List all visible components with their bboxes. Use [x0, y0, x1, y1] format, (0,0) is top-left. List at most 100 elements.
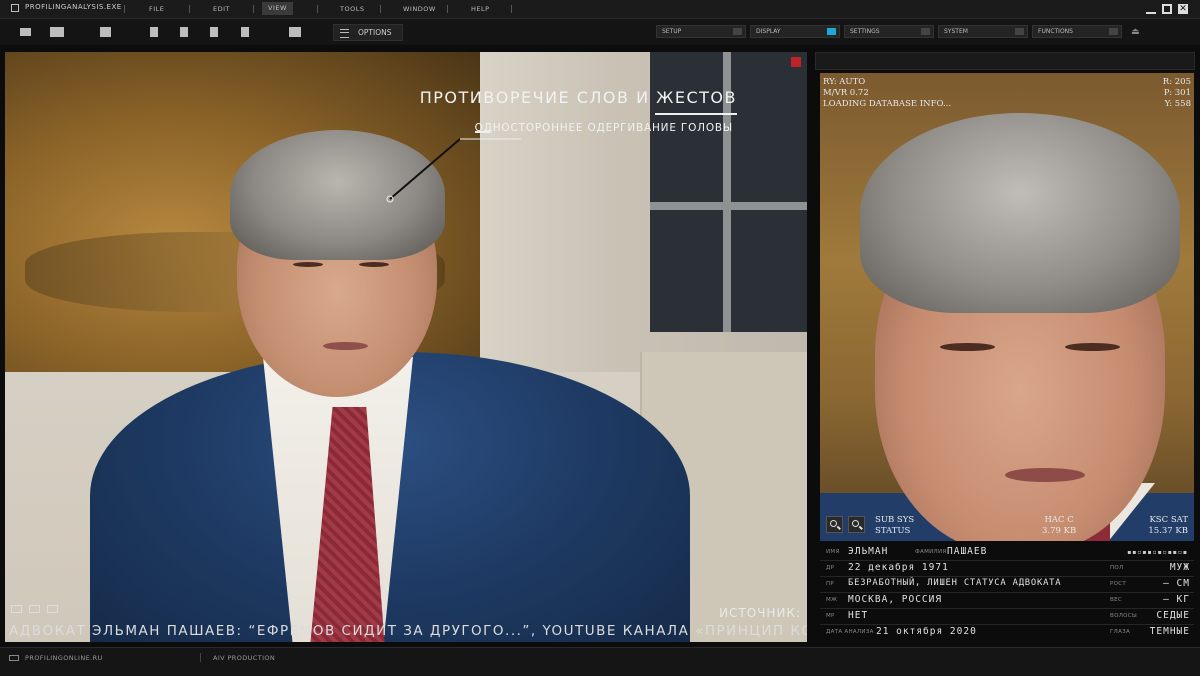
readout-line: M/VR 0.72 — [823, 88, 869, 98]
subject-eyes — [293, 262, 389, 270]
readout-line: R: 205 — [1162, 77, 1191, 87]
name-value: ЭЛЬМАН — [848, 546, 889, 557]
menu-separator — [124, 5, 125, 13]
maximize-icon[interactable] — [1162, 4, 1172, 14]
system-toggle[interactable]: SYSTEM — [938, 25, 1028, 38]
display-label: DISPLAY — [756, 28, 781, 35]
settings-toggle[interactable]: SETTINGS — [844, 25, 934, 38]
eyes-label: ГЛАЗА — [1110, 629, 1131, 635]
annotation-title: ПРОТИВОРЕЧИЕ СЛОВ И ЖЕСТОВ — [419, 88, 737, 107]
toggle-switch — [1015, 28, 1024, 35]
analysis-date-value: 21 октября 2020 — [876, 626, 977, 637]
eyes-value: ТЕМНЫЕ — [1149, 626, 1190, 637]
status-bar: PROFILINGONLINE.RU AIV PRODUCTION — [0, 647, 1200, 676]
subject-mouth — [323, 342, 368, 350]
weight-value: – КГ — [1163, 594, 1190, 605]
save-icon[interactable] — [100, 27, 111, 37]
gender-value: МУЖ — [1169, 562, 1190, 573]
status-separator — [200, 653, 201, 662]
main-video-frame[interactable]: ПРОТИВОРЕЧИЕ СЛОВ И ЖЕСТОВ ОДНОСТОРОННЕЕ… — [5, 52, 807, 642]
document-export-icon[interactable] — [210, 27, 218, 37]
view-mode-3-icon[interactable] — [47, 605, 58, 613]
menu-edit[interactable]: EDIT — [213, 5, 230, 13]
setup-toggle[interactable]: SETUP — [656, 25, 746, 38]
production-label: AIV PRODUCTION — [213, 654, 276, 662]
zoom-eyes — [940, 343, 1120, 355]
minimize-icon[interactable] — [1146, 4, 1156, 14]
zoom-in-icon[interactable] — [848, 516, 865, 533]
readout-line: P: 301 — [1163, 88, 1191, 98]
hair-value: СЕДЫЕ — [1156, 610, 1190, 621]
zoom-out-icon[interactable] — [826, 516, 843, 533]
site-label[interactable]: PROFILINGONLINE.RU — [25, 654, 103, 662]
annotation-pointer — [386, 131, 521, 203]
gender-label: ПОЛ — [1110, 565, 1124, 571]
zoom-readout-right: R: 205 P: 301 Y: 558 — [1163, 77, 1191, 110]
barcode-icon: ▪▪▫▪▪▫▪▫▪▪▫▪ — [1127, 549, 1188, 556]
readout-line: LOADING DATABASE INFO... — [823, 99, 952, 109]
readout-line: KSC SAT — [1149, 515, 1188, 525]
menu-help[interactable]: HELP — [471, 5, 490, 13]
print-icon[interactable] — [289, 27, 301, 37]
source-label: ИСТОЧНИК: — [719, 606, 801, 620]
place-value: МОСКВА, РОССИЯ — [848, 594, 943, 605]
view-mode-group — [11, 598, 65, 617]
functions-label: FUNCTIONS — [1038, 28, 1073, 35]
readout-line: HAC C — [1044, 515, 1074, 525]
document-settings-icon[interactable] — [180, 27, 188, 37]
zoom-readout-left: RY: AUTO M/VR 0.72 LOADING DATABASE INFO… — [823, 77, 951, 110]
video-caption: АДВОКАТ ЭЛЬМАН ПАШАЕВ: “ЕФРЕМОВ СИДИТ ЗА… — [9, 623, 807, 639]
name-label: ИМЯ — [826, 549, 840, 555]
view-mode-2-icon[interactable] — [29, 605, 40, 613]
zoom-hair — [860, 113, 1180, 313]
toolbar: OPTIONS SETUP DISPLAY SETTINGS SYSTEM FU… — [0, 19, 1200, 45]
annotation-rule — [655, 113, 737, 115]
readout-line: 3.79 KB — [1042, 526, 1077, 536]
options-label: OPTIONS — [358, 28, 392, 37]
menu-separator — [447, 5, 448, 13]
app-title: PROFILINGANALYSIS.EXE — [25, 3, 122, 11]
profile-row-mr: МР НЕТ ВОЛОСЫ СЕДЫЕ — [820, 608, 1194, 625]
profile-row-job: ПР БЕЗРАБОТНЫЙ, ЛИШЕН СТАТУСА АДВОКАТА Р… — [820, 576, 1194, 593]
view-mode-1-icon[interactable] — [11, 605, 22, 613]
zoom-panel-header — [815, 52, 1195, 70]
profile-row-place: МЖ МОСКВА, РОССИЯ ВЕС – КГ — [820, 592, 1194, 609]
menu-separator — [511, 5, 512, 13]
menu-separator — [189, 5, 190, 13]
subsys-status: SUB SYS STATUS — [875, 515, 914, 537]
video-close-button[interactable] — [791, 57, 801, 67]
mr-label: МР — [826, 613, 835, 619]
menu-separator — [317, 5, 318, 13]
toggle-switch — [1109, 28, 1118, 35]
setup-label: SETUP — [662, 28, 682, 35]
surname-value: ПАШАЕВ — [947, 546, 988, 557]
settings-label: SETTINGS — [850, 28, 880, 35]
menu-view[interactable]: VIEW — [262, 2, 293, 15]
folder-icon[interactable] — [20, 28, 31, 36]
menu-tools[interactable]: TOOLS — [340, 5, 364, 13]
ksc-readout: KSC SAT 15.37 KB — [1148, 515, 1188, 537]
profile-info-table: ИМЯ ЭЛЬМАН ФАМИЛИЯ ПАШАЕВ ▪▪▫▪▪▫▪▫▪▪▫▪ Д… — [820, 544, 1194, 644]
menu-lines-icon — [340, 29, 349, 38]
hac-readout: HAC C 3.79 KB — [1042, 515, 1076, 537]
zoom-video-frame[interactable]: RY: AUTO M/VR 0.72 LOADING DATABASE INFO… — [820, 73, 1194, 541]
height-value: – СМ — [1163, 578, 1190, 589]
menu-file[interactable]: FILE — [149, 5, 164, 13]
functions-toggle[interactable]: FUNCTIONS — [1032, 25, 1122, 38]
readout-line: SUB SYS — [875, 515, 915, 525]
options-button[interactable]: OPTIONS — [333, 24, 403, 41]
document-copy-icon[interactable] — [241, 27, 249, 37]
document-icon[interactable] — [150, 27, 158, 37]
menu-bar: PROFILINGANALYSIS.EXE FILE EDIT VIEW TOO… — [0, 0, 1200, 19]
menu-window[interactable]: WINDOW — [403, 5, 436, 13]
close-icon[interactable]: ✕ — [1178, 4, 1188, 14]
job-value: БЕЗРАБОТНЫЙ, ЛИШЕН СТАТУСА АДВОКАТА — [848, 578, 1062, 588]
system-label: SYSTEM — [944, 28, 968, 35]
display-toggle[interactable]: DISPLAY — [750, 25, 840, 38]
open-files-icon[interactable] — [50, 27, 64, 37]
profile-row-date: ДАТА АНАЛИЗА 21 октября 2020 ГЛАЗА ТЕМНЫ… — [820, 624, 1194, 640]
mr-value: НЕТ — [848, 610, 869, 621]
place-label: МЖ — [826, 597, 838, 603]
eject-icon[interactable]: ⏏ — [1131, 27, 1140, 37]
app-icon — [11, 4, 19, 12]
